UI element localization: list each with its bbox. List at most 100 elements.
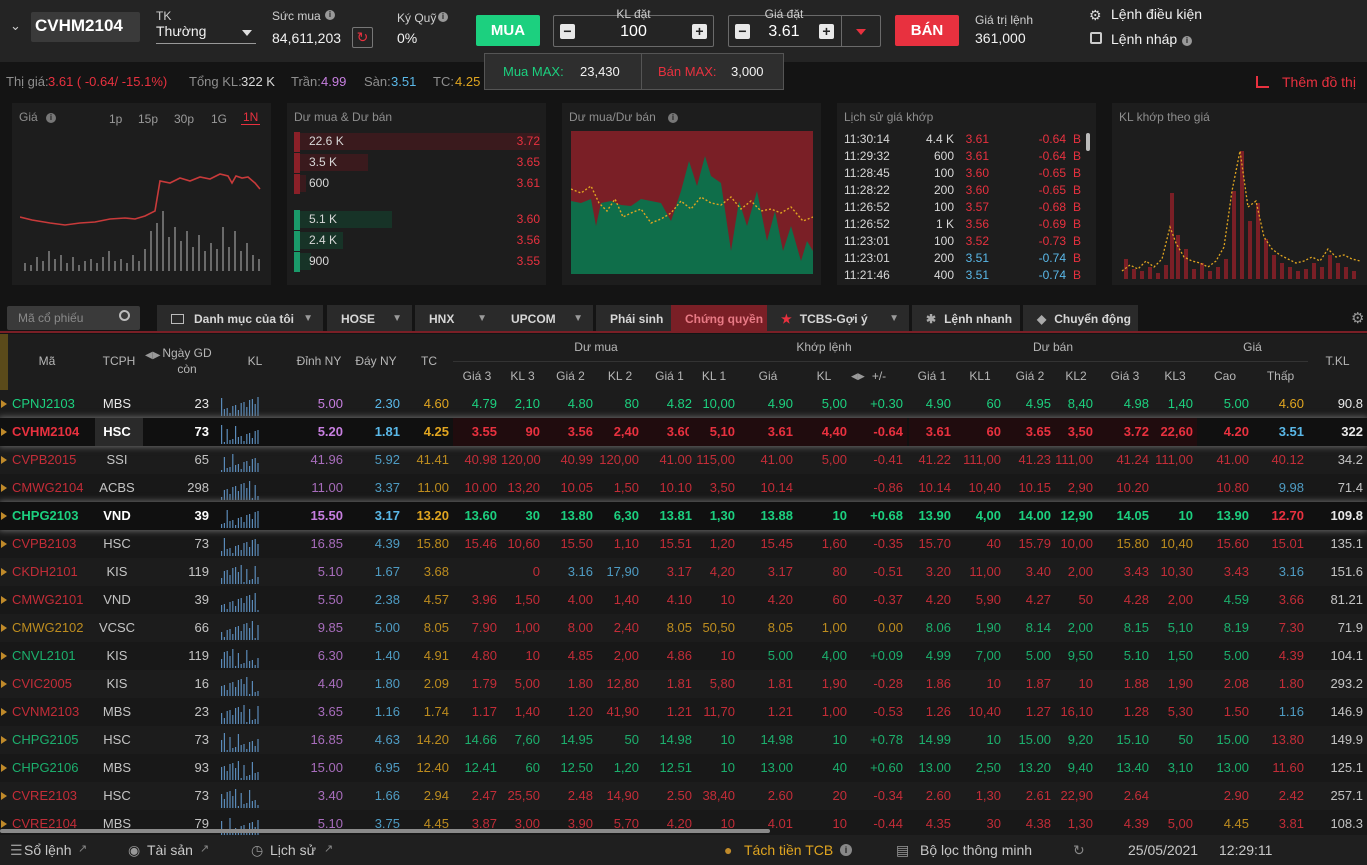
pin-marker-icon[interactable] [1, 428, 7, 436]
depth-row[interactable]: 900 3.55 [294, 252, 540, 272]
buy-button[interactable]: MUA [476, 15, 540, 46]
info-icon[interactable]: i [1182, 36, 1192, 46]
pin-marker-icon[interactable] [1, 708, 7, 716]
conditional-order-icon[interactable]: ⚙ [1089, 7, 1102, 24]
table-row[interactable]: CVRE2104 MBS 79 5.10 3.75 4.45 3.87 3,00 3.90 5,7… [0, 810, 1367, 838]
symbol-cell[interactable]: CMWG2102 [8, 614, 92, 642]
stock-search-input[interactable]: Mã cổ phiếu [7, 306, 140, 330]
plus-icon[interactable]: + [819, 24, 834, 39]
header-days-left[interactable]: Ngày GD [161, 346, 213, 360]
settings-gear-icon[interactable]: ⚙ [1351, 309, 1364, 327]
table-row[interactable]: CVRE2103 HSC 73 3.40 1.66 2.94 2.47 25,50 2.48 14… [0, 782, 1367, 810]
price-stepper[interactable]: Giá đặt − 3.61 + [728, 7, 881, 47]
info-icon[interactable]: i [46, 113, 56, 123]
horizontal-scrollbar[interactable] [0, 829, 770, 833]
subheader-col[interactable]: KL 3 [501, 369, 544, 383]
subheader-col[interactable]: KL2 [1055, 369, 1097, 383]
header-reference[interactable]: TC [405, 354, 453, 368]
pin-marker-icon[interactable] [1, 624, 7, 632]
table-row[interactable]: CHPG2106 MBS 93 15.00 6.95 12.40 12.41 60 12.50 1… [0, 754, 1367, 782]
conditional-order-link[interactable]: Lệnh điều kiện [1111, 6, 1202, 22]
info-icon[interactable]: i [668, 113, 678, 123]
smart-filter-link[interactable]: Bộ lọc thông minh [920, 842, 1032, 858]
history-link[interactable]: Lịch sử [270, 842, 316, 858]
subheader-col[interactable]: KL 1 [689, 369, 739, 383]
symbol-cell[interactable]: CKDH2101 [8, 558, 92, 586]
subheader-col[interactable]: Giá 1 [909, 369, 955, 383]
pin-marker-icon[interactable] [1, 400, 7, 408]
quantity-stepper[interactable]: KL đặt − 100 + [553, 7, 714, 47]
table-row[interactable]: CKDH2101 KIS 119 5.10 1.67 3.68 0 3.16 17,90 3.17… [0, 558, 1367, 586]
tab-upcom[interactable]: UPCOM ▼ [497, 305, 593, 333]
chart-icon[interactable] [1256, 76, 1269, 88]
symbol-input[interactable]: CVHM2104 [31, 12, 140, 42]
subheader-col[interactable]: Giá [739, 369, 797, 383]
search-icon[interactable] [119, 310, 130, 321]
symbol-cell[interactable]: CNVL2101 [8, 642, 92, 670]
tab-quick-order[interactable]: ✱ Lệnh nhanh [912, 305, 1020, 333]
range-1g[interactable]: 1G [211, 112, 227, 126]
table-row[interactable]: CHPG2103 VND 39 15.50 3.17 13.20 13.60 30 13.80 6… [0, 502, 1367, 530]
refresh-icon[interactable]: ↻ [1073, 842, 1085, 859]
table-row[interactable]: CHPG2105 HSC 73 16.85 4.63 14.20 14.66 7,60 14.9… [0, 726, 1367, 754]
tab-hose[interactable]: HOSE ▼ [327, 305, 412, 333]
symbol-cell[interactable]: CVRE2103 [8, 782, 92, 810]
symbol-cell[interactable]: CVPB2103 [8, 530, 92, 558]
table-row[interactable]: CMWG2104 ACBS 298 11.00 3.37 11.00 10.00 13,20 1… [0, 474, 1367, 502]
order-book-link[interactable]: Sổ lệnh [24, 842, 71, 858]
pin-marker-icon[interactable] [1, 652, 7, 660]
assets-link[interactable]: Tài sản [147, 842, 193, 858]
pin-marker-icon[interactable] [1, 764, 7, 772]
sell-button[interactable]: BÁN [895, 15, 959, 46]
symbol-cell[interactable]: CVHM2104 [8, 418, 92, 446]
quantity-value[interactable]: 100 [554, 23, 713, 41]
symbol-cell[interactable]: CVPB2015 [8, 446, 92, 474]
header-symbol[interactable]: Mã [10, 354, 84, 368]
plus-icon[interactable]: + [692, 24, 707, 39]
subheader-col[interactable]: KL1 [955, 369, 1005, 383]
depth-row[interactable]: 600 3.61 [294, 174, 540, 194]
table-row[interactable]: CNVL2101 KIS 119 6.30 1.40 4.91 4.80 10 4.85 2,00… [0, 642, 1367, 670]
external-link-icon[interactable]: ↗ [200, 842, 209, 855]
header-total-volume[interactable]: T.KL [1308, 354, 1367, 368]
split-money-link[interactable]: Tách tiền TCB [744, 842, 833, 858]
table-row[interactable]: CVHM2104 HSC 73 5.20 1.81 4.25 3.55 90 3.56 2,40 3… [0, 418, 1367, 446]
pin-marker-icon[interactable] [1, 456, 7, 464]
info-icon[interactable]: i [438, 12, 448, 22]
table-row[interactable]: CVPB2103 HSC 73 16.85 4.39 15.80 15.46 10,60 15.… [0, 530, 1367, 558]
tab-hnx[interactable]: HNX ▼ [415, 305, 497, 333]
table-row[interactable]: CVIC2005 KIS 16 4.40 1.80 2.09 1.79 5,00 1.80 12,… [0, 670, 1367, 698]
subheader-col[interactable]: Giá 3 [453, 369, 501, 383]
pin-marker-icon[interactable] [1, 736, 7, 744]
external-link-icon[interactable]: ↗ [78, 842, 87, 855]
depth-row[interactable]: 5.1 K 3.60 [294, 210, 540, 230]
external-link-icon[interactable]: ↗ [324, 842, 333, 855]
depth-row[interactable]: 2.4 K 3.56 [294, 231, 540, 251]
symbol-cell[interactable]: CHPG2106 [8, 754, 92, 782]
symbol-cell[interactable]: CVNM2103 [8, 698, 92, 726]
scrollbar-thumb[interactable] [1086, 133, 1090, 151]
account-select[interactable]: Thường [156, 22, 256, 44]
pin-marker-icon[interactable] [1, 512, 7, 520]
header-high-52w[interactable]: Đỉnh NY [291, 354, 347, 368]
pin-marker-icon[interactable] [1, 596, 7, 604]
table-row[interactable]: CPNJ2103 MBS 23 5.00 2.30 4.60 4.79 2,10 4.80 80 4… [0, 390, 1367, 418]
sort-icon[interactable]: ◀▶ [851, 371, 865, 382]
pin-marker-icon[interactable] [1, 680, 7, 688]
sell-max-value[interactable]: 3,000 [731, 64, 764, 79]
subheader-col[interactable]: KL3 [1153, 369, 1197, 383]
range-1p[interactable]: 1p [109, 112, 122, 126]
depth-row[interactable]: 22.6 K 3.72 [294, 132, 540, 152]
subheader-col[interactable]: Thấp [1253, 369, 1308, 383]
chevron-down-icon[interactable]: ⌄ [10, 18, 21, 34]
symbol-cell[interactable]: CMWG2104 [8, 474, 92, 502]
info-icon[interactable]: i [840, 844, 852, 856]
tab-watchlist[interactable]: Danh mục của tôi ▼ [157, 305, 323, 333]
header-issuer[interactable]: TCPH [95, 354, 143, 368]
symbol-cell[interactable]: CHPG2103 [8, 502, 92, 530]
tab-derivatives[interactable]: Phái sinh [596, 305, 671, 333]
subheader-col[interactable]: Cao [1197, 369, 1253, 383]
table-row[interactable]: CMWG2101 VND 39 5.50 2.38 4.57 3.96 1,50 4.00 1,4… [0, 586, 1367, 614]
pin-marker-icon[interactable] [1, 540, 7, 548]
header-low-52w[interactable]: Đáy NY [348, 354, 404, 368]
